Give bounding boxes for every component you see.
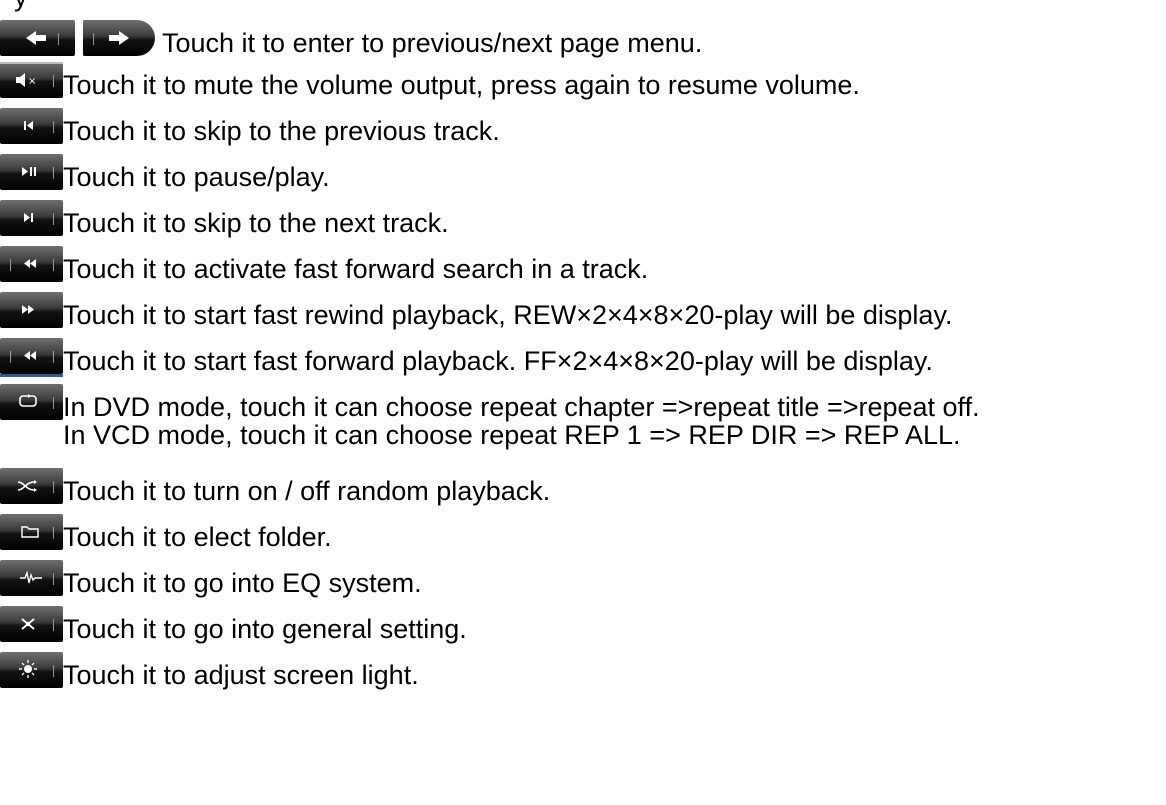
row-next-track: Touch it to skip to the next track.	[0, 198, 1166, 242]
row-text: Touch it to skip to the next track.	[63, 208, 449, 238]
svg-text:×: ×	[28, 76, 36, 87]
row-mute: × Touch it to mute the volume output, pr…	[0, 60, 1166, 104]
next-track-icon[interactable]	[0, 200, 63, 236]
settings-icon[interactable]	[0, 606, 63, 642]
row-eq: Touch it to go into EQ system.	[0, 558, 1166, 602]
row-text: Touch it to pause/play.	[63, 162, 330, 192]
row-play-pause: Touch it to pause/play.	[0, 152, 1166, 196]
row-text: Touch it to turn on / off random playbac…	[63, 476, 551, 506]
row-text: Touch it to adjust screen light.	[63, 660, 419, 690]
eq-icon[interactable]	[0, 560, 63, 596]
rewind-icon[interactable]	[0, 292, 63, 328]
fast-search-icon[interactable]	[0, 246, 63, 282]
row-text: Touch it to activate fast forward search…	[63, 254, 649, 284]
brightness-icon[interactable]	[0, 652, 63, 688]
fast-forward-icon[interactable]	[0, 338, 63, 377]
row-text: Touch it to mute the volume output, pres…	[63, 70, 860, 100]
row-text-second-line: In VCD mode, touch it can choose repeat …	[63, 420, 961, 450]
back-arrow-icon[interactable]	[0, 20, 75, 56]
row-folder: Touch it to elect folder.	[0, 512, 1166, 556]
manual-page: y Touch it to enter to previous/next pag…	[0, 0, 1166, 805]
row-text: Touch it to skip to the previous track.	[63, 116, 500, 146]
row-settings: Touch it to go into general setting.	[0, 604, 1166, 648]
forward-arrow-icon[interactable]	[83, 20, 155, 56]
row-text: Touch it to elect folder.	[63, 522, 332, 552]
row-previous-track: Touch it to skip to the previous track.	[0, 106, 1166, 150]
folder-icon[interactable]	[0, 514, 63, 550]
row-rewind: Touch it to start fast rewind playback, …	[0, 290, 1166, 334]
cut-off-line: y	[14, 0, 28, 13]
row-text: Touch it to go into EQ system.	[63, 568, 422, 598]
row-fast-search: Touch it to activate fast forward search…	[0, 244, 1166, 288]
row-text: Touch it to start fast forward playback.…	[63, 346, 933, 376]
row-fast-forward: Touch it to start fast forward playback.…	[0, 336, 1166, 380]
row-text: Touch it to start fast rewind playback, …	[63, 300, 953, 330]
mute-icon[interactable]: ×	[0, 62, 63, 98]
previous-track-icon[interactable]	[0, 108, 63, 144]
repeat-icon[interactable]	[0, 384, 63, 420]
row-shuffle: Touch it to turn on / off random playbac…	[0, 466, 1166, 510]
row-text: Touch it to go into general setting.	[63, 614, 467, 644]
row-prev-next: Touch it to enter to previous/next page …	[0, 18, 1166, 62]
row-text: Touch it to enter to previous/next page …	[162, 28, 703, 58]
row-repeat: In DVD mode, touch it can choose repeat …	[0, 382, 1166, 462]
row-brightness: Touch it to adjust screen light.	[0, 650, 1166, 694]
shuffle-icon[interactable]	[0, 468, 63, 504]
play-pause-icon[interactable]	[0, 154, 63, 190]
